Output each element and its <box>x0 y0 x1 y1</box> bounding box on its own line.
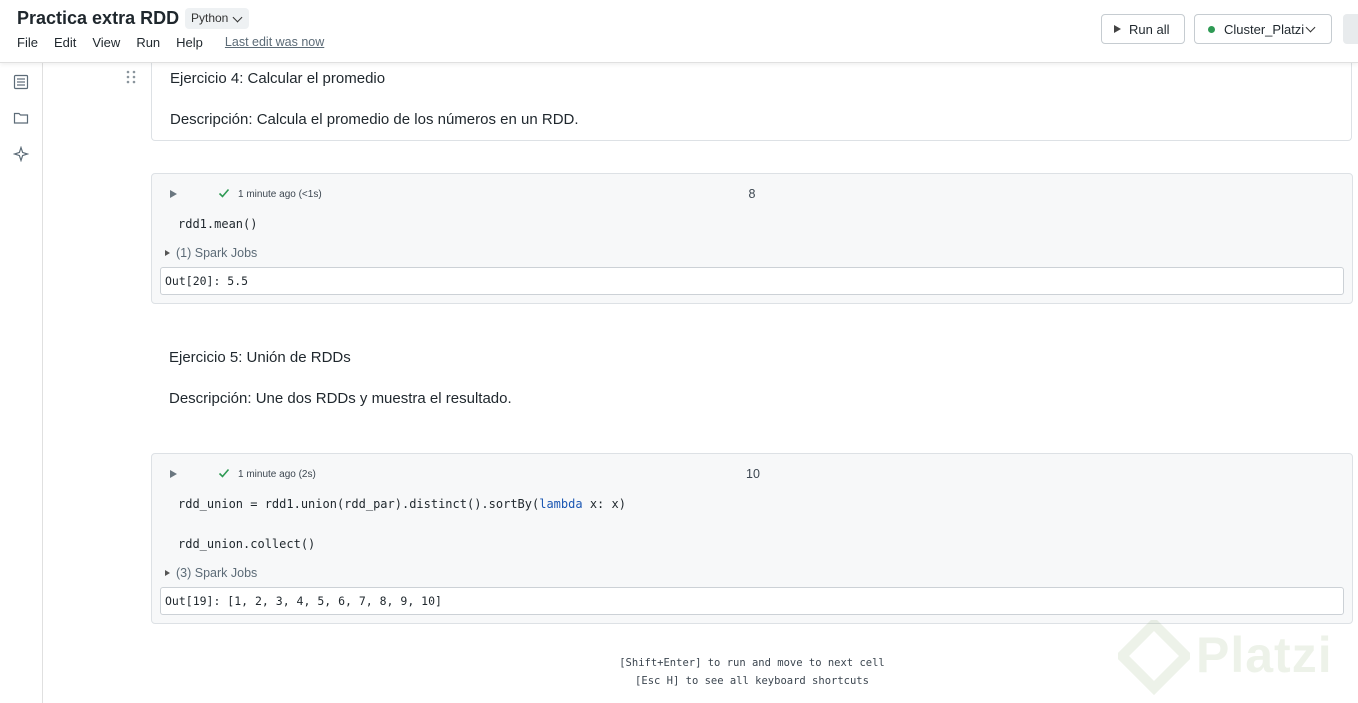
assistant-sparkle-icon[interactable] <box>13 146 29 162</box>
keyboard-hint: [Shift+Enter] to run and move to next ce… <box>619 657 885 669</box>
check-icon <box>218 468 230 478</box>
markdown-cell[interactable]: Ejercicio 5: Unión de RDDs Descripción: … <box>151 336 1352 426</box>
code-cell[interactable]: 1 minute ago (2s) 10 rdd_union = rdd1.un… <box>151 453 1353 624</box>
cell-drag-handle-icon[interactable] <box>125 70 137 84</box>
last-edit-link[interactable]: Last edit was now <box>225 35 324 50</box>
run-cell-icon[interactable] <box>170 470 177 478</box>
spark-jobs-label: (1) Spark Jobs <box>176 246 258 260</box>
folder-icon[interactable] <box>13 110 29 126</box>
code-text: x: x) <box>582 497 626 511</box>
markdown-cell[interactable]: Ejercicio 4: Calcular el promedio Descri… <box>151 62 1352 141</box>
check-icon <box>218 188 230 198</box>
exercise-title: Ejercicio 5: Unión de RDDs <box>169 349 351 366</box>
code-cell[interactable]: 1 minute ago (<1s) 8 rdd1.mean() (1) Spa… <box>151 173 1353 304</box>
menu-run[interactable]: Run <box>136 35 160 50</box>
spark-jobs-toggle[interactable]: (3) Spark Jobs <box>165 566 257 580</box>
exercise-description: Descripción: Une dos RDDs y muestra el r… <box>169 390 512 407</box>
cell-output: Out[20]: 5.5 <box>160 267 1344 295</box>
platzi-watermark: Platzi <box>1118 618 1348 703</box>
watermark-text: Platzi <box>1196 627 1333 683</box>
menu-file[interactable]: File <box>17 35 38 50</box>
share-button[interactable] <box>1343 14 1358 44</box>
menu-help[interactable]: Help <box>176 35 203 50</box>
spark-jobs-label: (3) Spark Jobs <box>176 566 258 580</box>
menu-view[interactable]: View <box>92 35 120 50</box>
cell-output: Out[19]: [1, 2, 3, 4, 5, 6, 7, 8, 9, 10] <box>160 587 1344 615</box>
cell-run-status: 1 minute ago (<1s) <box>238 189 322 200</box>
spark-jobs-toggle[interactable]: (1) Spark Jobs <box>165 246 257 260</box>
code-line[interactable]: rdd_union.collect() <box>178 537 315 551</box>
code-editor[interactable]: rdd1.mean() <box>178 217 257 231</box>
left-rail <box>0 62 43 703</box>
exercise-description: Descripción: Calcula el promedio de los … <box>170 111 579 128</box>
exercise-title: Ejercicio 4: Calcular el promedio <box>170 70 386 87</box>
notebook-header: Practica extra RDD Python File Edit View… <box>0 0 1358 63</box>
notebook-title[interactable]: Practica extra RDD <box>17 8 179 29</box>
play-icon <box>1114 25 1121 33</box>
cluster-selector[interactable]: Cluster_Platzi <box>1194 14 1332 44</box>
chevron-down-icon <box>1305 22 1316 33</box>
table-of-contents-icon[interactable] <box>13 74 29 90</box>
language-label: Python <box>191 11 229 25</box>
menu-bar: File Edit View Run Help Last edit was no… <box>17 35 340 50</box>
run-all-button[interactable]: Run all <box>1101 14 1185 44</box>
chevron-right-icon <box>165 570 170 576</box>
keyboard-hint: [Esc H] to see all keyboard shortcuts <box>635 675 869 687</box>
code-text: rdd_union = rdd1.union(rdd_par).distinct… <box>178 497 540 511</box>
platzi-logo-icon <box>1118 620 1190 696</box>
code-keyword: lambda <box>539 497 583 511</box>
cell-run-status: 1 minute ago (2s) <box>238 469 316 480</box>
run-cell-icon[interactable] <box>170 190 177 198</box>
cell-header: 1 minute ago (2s) 10 <box>152 454 1352 492</box>
cell-header: 1 minute ago (<1s) 8 <box>152 174 1352 212</box>
cell-number: 8 <box>748 187 756 201</box>
code-line[interactable]: rdd_union = rdd1.union(rdd_par).distinct… <box>178 497 626 511</box>
menu-edit[interactable]: Edit <box>54 35 76 50</box>
run-all-label: Run all <box>1129 21 1170 37</box>
chevron-right-icon <box>165 250 170 256</box>
cluster-status-dot <box>1208 25 1215 33</box>
cluster-label: Cluster_Platzi <box>1224 21 1305 37</box>
language-selector[interactable]: Python <box>185 8 250 29</box>
cell-number: 10 <box>746 467 760 481</box>
chevron-down-icon <box>232 12 243 22</box>
